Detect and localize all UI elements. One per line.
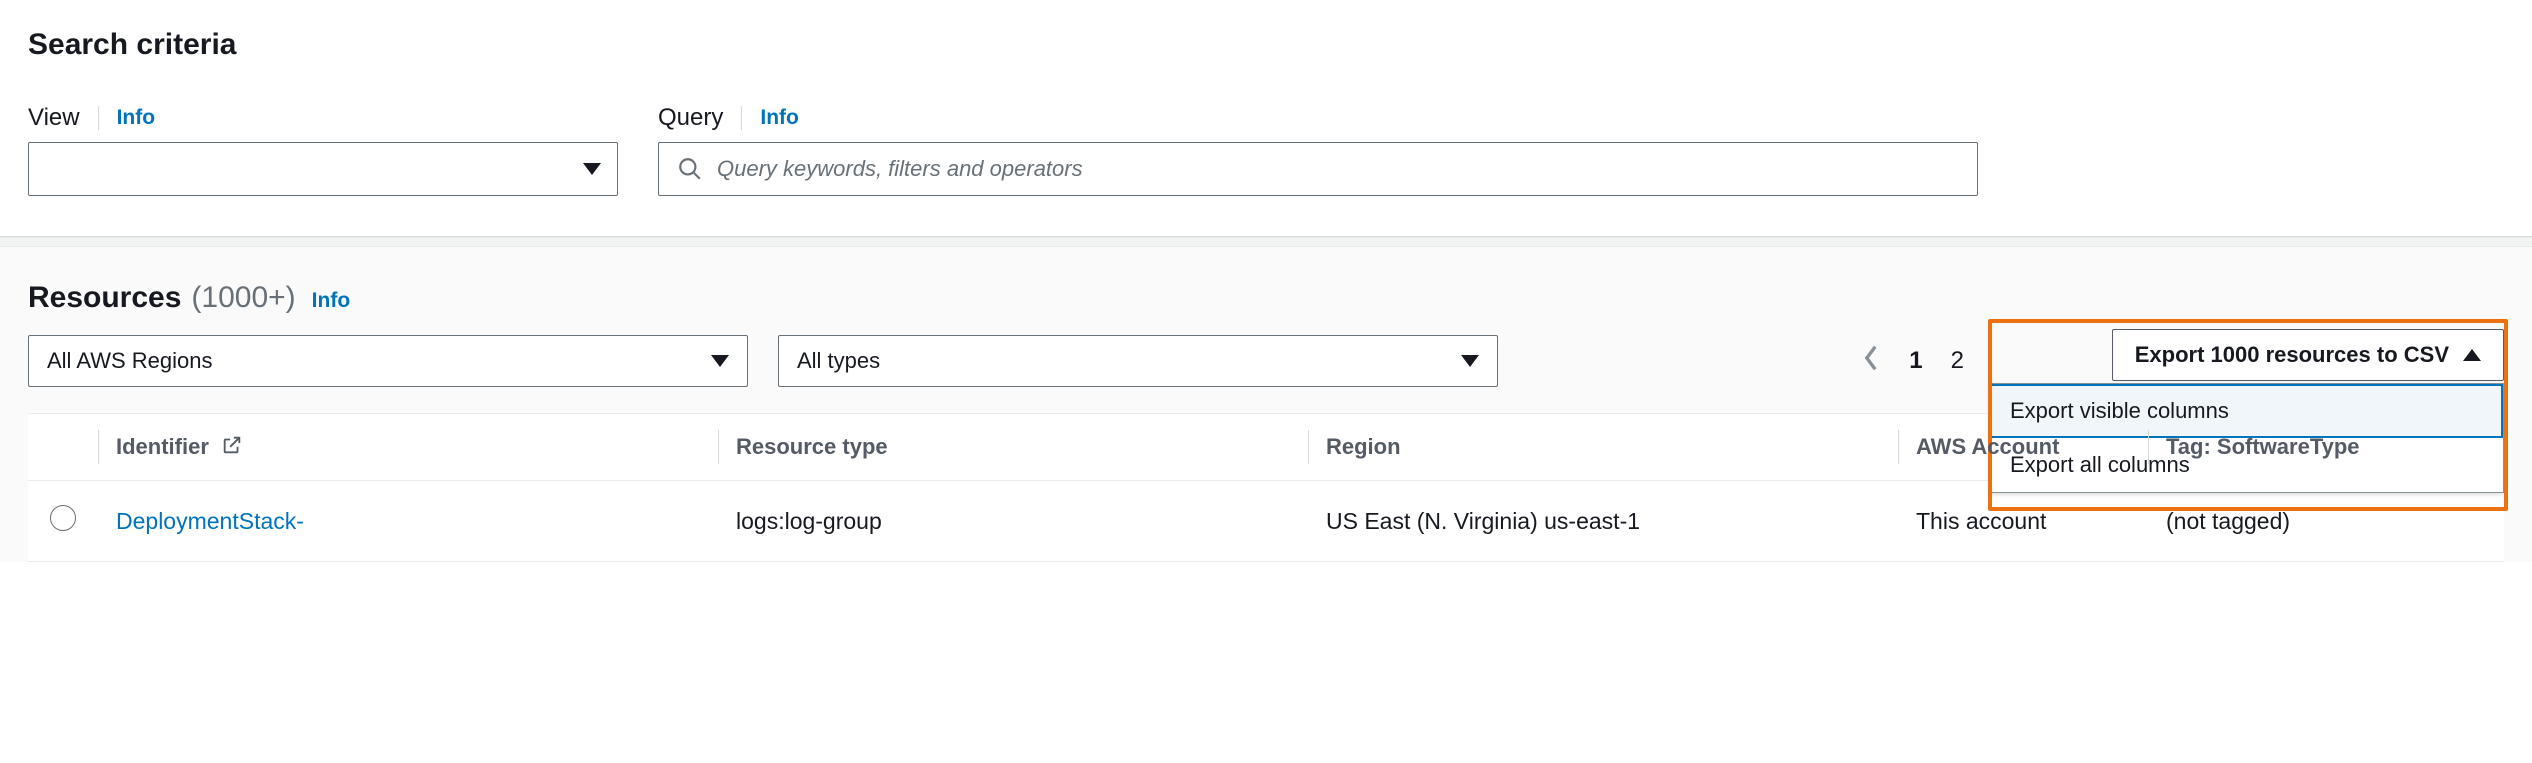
col-tag[interactable]: Tag: SoftwareType: [2148, 414, 2504, 481]
table-header-row: Identifier Resource type Region AWS Acco…: [28, 414, 2504, 481]
col-select: [28, 414, 98, 481]
resources-count: (1000+): [191, 281, 295, 315]
search-criteria-title: Search criteria: [28, 28, 2504, 62]
region-filter-value: All AWS Regions: [47, 348, 212, 374]
export-csv-button[interactable]: Export 1000 resources to CSV: [2112, 329, 2504, 381]
pagination: 1 2: [1861, 344, 1964, 379]
export-button-label: Export 1000 resources to CSV: [2135, 342, 2449, 368]
query-label: Query: [658, 104, 723, 132]
col-account-label: AWS Account: [1916, 434, 2059, 459]
region-filter-select[interactable]: All AWS Regions: [28, 335, 748, 387]
export-dropdown-wrap: Export 1000 resources to CSV Export visi…: [2112, 329, 2504, 381]
search-icon: [677, 156, 703, 182]
row-select-cell[interactable]: [28, 481, 98, 562]
resources-title-group: Resources (1000+) Info: [28, 281, 350, 315]
criteria-fields-row: View Info Query Info: [28, 104, 2504, 196]
caret-down-icon: [1461, 355, 1479, 367]
type-filter-value: All types: [797, 348, 880, 374]
caret-down-icon: [711, 355, 729, 367]
pager-prev[interactable]: [1861, 344, 1881, 379]
chevron-left-icon: [1861, 344, 1881, 372]
col-region-label: Region: [1326, 434, 1401, 459]
search-criteria-panel: Search criteria View Info Query Info: [0, 0, 2532, 237]
view-info-link[interactable]: Info: [117, 106, 155, 130]
type-filter-select[interactable]: All types: [778, 335, 1498, 387]
col-account[interactable]: AWS Account: [1898, 414, 2148, 481]
col-tag-label: Tag: SoftwareType: [2166, 434, 2360, 459]
resource-identifier-link[interactable]: DeploymentStack-: [116, 508, 304, 534]
view-select[interactable]: [28, 142, 618, 196]
query-field-group: Query Info: [658, 104, 1978, 196]
resources-title: Resources: [28, 281, 181, 315]
col-type[interactable]: Resource type: [718, 414, 1308, 481]
section-gap: [0, 237, 2532, 247]
label-divider: [741, 106, 742, 130]
radio-icon: [50, 505, 76, 531]
caret-up-icon: [2463, 349, 2481, 361]
resources-info-link[interactable]: Info: [312, 289, 350, 313]
resources-header-row: Resources (1000+) Info: [28, 281, 2504, 315]
query-info-link[interactable]: Info: [760, 106, 798, 130]
filters-row: All AWS Regions All types 1 2 Export 100…: [28, 335, 2504, 387]
caret-down-icon: [583, 163, 601, 175]
col-region[interactable]: Region: [1308, 414, 1898, 481]
col-identifier-label: Identifier: [116, 434, 209, 459]
pager-page-2[interactable]: 2: [1951, 347, 1964, 375]
resources-panel: Resources (1000+) Info All AWS Regions A…: [0, 247, 2532, 562]
label-divider: [98, 106, 99, 130]
cell-type: logs:log-group: [718, 481, 1308, 562]
cell-region: US East (N. Virginia) us-east-1: [1308, 481, 1898, 562]
col-identifier[interactable]: Identifier: [98, 414, 718, 481]
view-field-group: View Info: [28, 104, 618, 196]
external-link-icon: [221, 434, 243, 456]
view-label-row: View Info: [28, 104, 618, 132]
cell-identifier: DeploymentStack-: [98, 481, 718, 562]
col-type-label: Resource type: [736, 434, 888, 459]
query-input-wrapper[interactable]: [658, 142, 1978, 196]
pager-page-1[interactable]: 1: [1909, 347, 1922, 375]
query-label-row: Query Info: [658, 104, 1978, 132]
query-input[interactable]: [717, 156, 1959, 182]
view-label: View: [28, 104, 80, 132]
